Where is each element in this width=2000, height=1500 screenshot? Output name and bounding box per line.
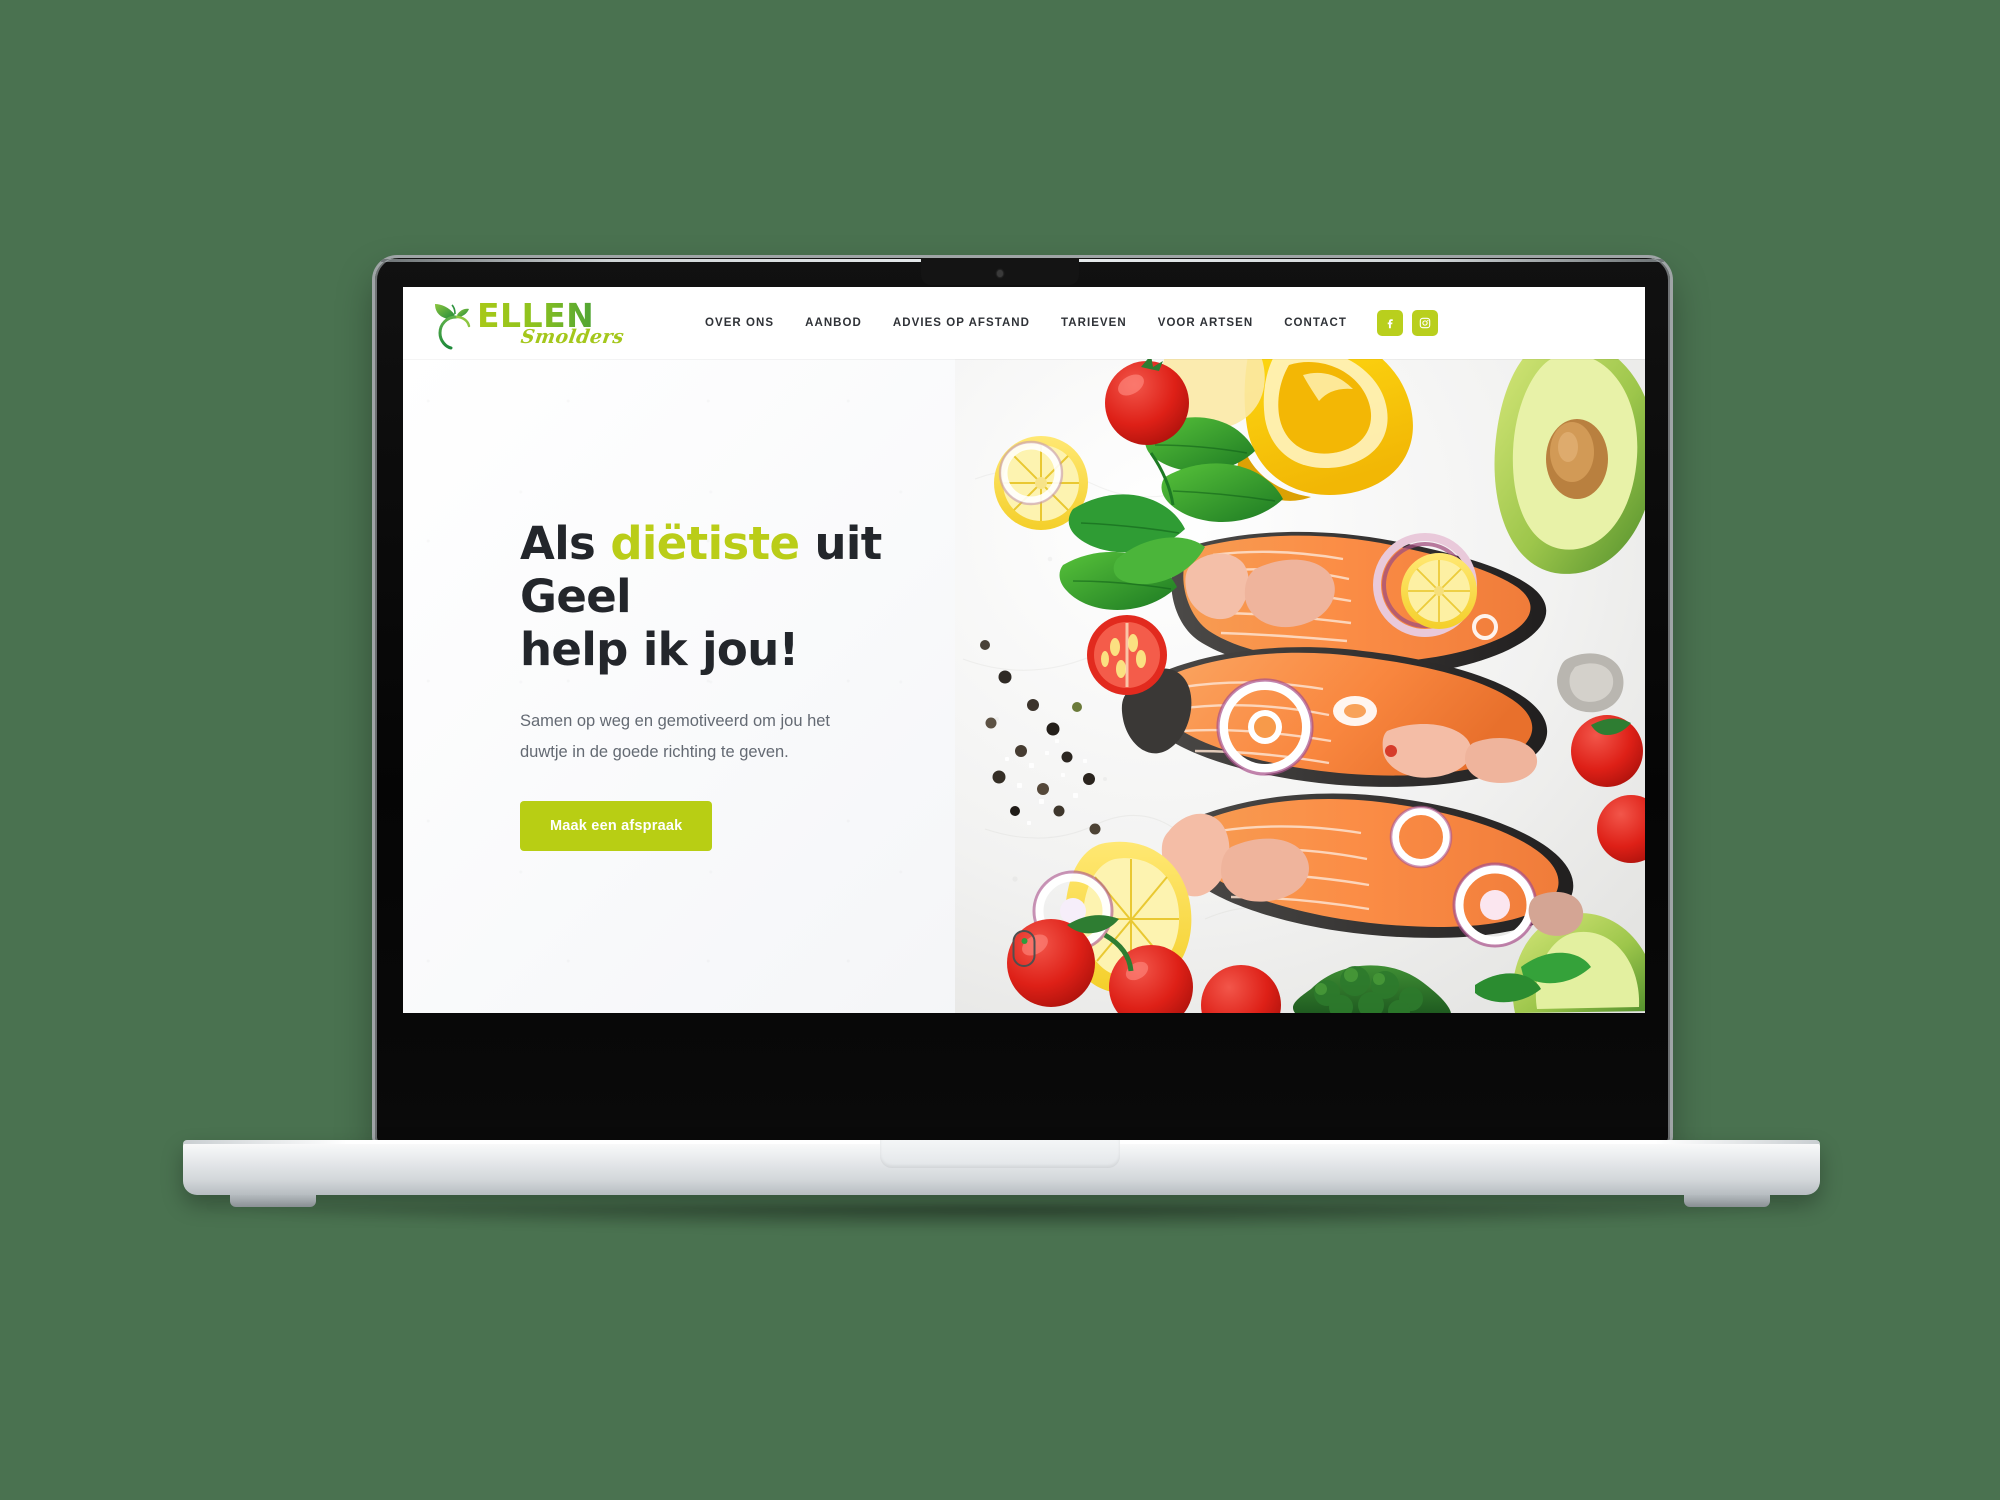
laptop-mockup: ELLEN Smolders OVER ONS AANBOD ADVIES OP… — [0, 0, 2000, 1500]
nav-item-tarieven[interactable]: TARIEVEN — [1061, 317, 1127, 329]
food-illustration — [955, 359, 1645, 1013]
avocado-top — [1494, 359, 1645, 574]
hero-title-line2: help ik jou! — [520, 623, 799, 677]
hero-title-part1: Als — [520, 517, 611, 570]
instagram-button[interactable] — [1411, 310, 1438, 336]
site-header: ELLEN Smolders OVER ONS AANBOD ADVIES OP… — [403, 287, 1645, 359]
camera-icon — [997, 270, 1003, 277]
hero-food-photo — [955, 359, 1645, 1013]
laptop-screen: ELLEN Smolders OVER ONS AANBOD ADVIES OP… — [403, 287, 1645, 1013]
facebook-button[interactable] — [1376, 310, 1403, 336]
scroll-indicator-dot — [1021, 938, 1027, 944]
instagram-icon — [1419, 317, 1431, 329]
garlic-clove — [1557, 653, 1624, 713]
laptop-hinge-notch — [880, 1140, 1120, 1168]
hero-section: Als diëtiste uit Geel help ik jou! Samen … — [403, 359, 1645, 1013]
hero-copy: Als diëtiste uit Geel help ik jou! Samen … — [520, 517, 990, 852]
camera-notch — [921, 258, 1079, 285]
nav-item-over-ons[interactable]: OVER ONS — [705, 317, 774, 329]
facebook-icon — [1387, 319, 1393, 329]
social-links — [1376, 310, 1438, 336]
apple-leaf-icon — [435, 304, 471, 350]
laptop-shadow — [205, 1205, 1800, 1231]
nav-item-voor-artsen[interactable]: VOOR ARTSEN — [1158, 317, 1253, 329]
hero-title-accent: diëtiste — [610, 517, 800, 570]
site-logo[interactable]: ELLEN Smolders — [429, 295, 679, 351]
logo-script: Smolders — [519, 325, 626, 348]
cherry-tomato-half — [1087, 615, 1167, 695]
maak-een-afspraak-button[interactable]: Maak een afspraak — [520, 801, 713, 852]
hero-title: Als diëtiste uit Geel help ik jou! — [520, 517, 990, 676]
nav-item-contact[interactable]: CONTACT — [1284, 317, 1347, 329]
logo-wordmark: ELLEN Smolders — [477, 299, 626, 348]
hero-subtitle: Samen op weg en gemotiveerd om jou het d… — [520, 712, 831, 761]
nav-item-advies-op-afstand[interactable]: ADVIES OP AFSTAND — [893, 317, 1030, 329]
main-nav: OVER ONS AANBOD ADVIES OP AFSTAND TARIEV… — [705, 317, 1347, 329]
scroll-down-indicator[interactable] — [1012, 930, 1036, 967]
nav-item-aanbod[interactable]: AANBOD — [805, 317, 862, 329]
